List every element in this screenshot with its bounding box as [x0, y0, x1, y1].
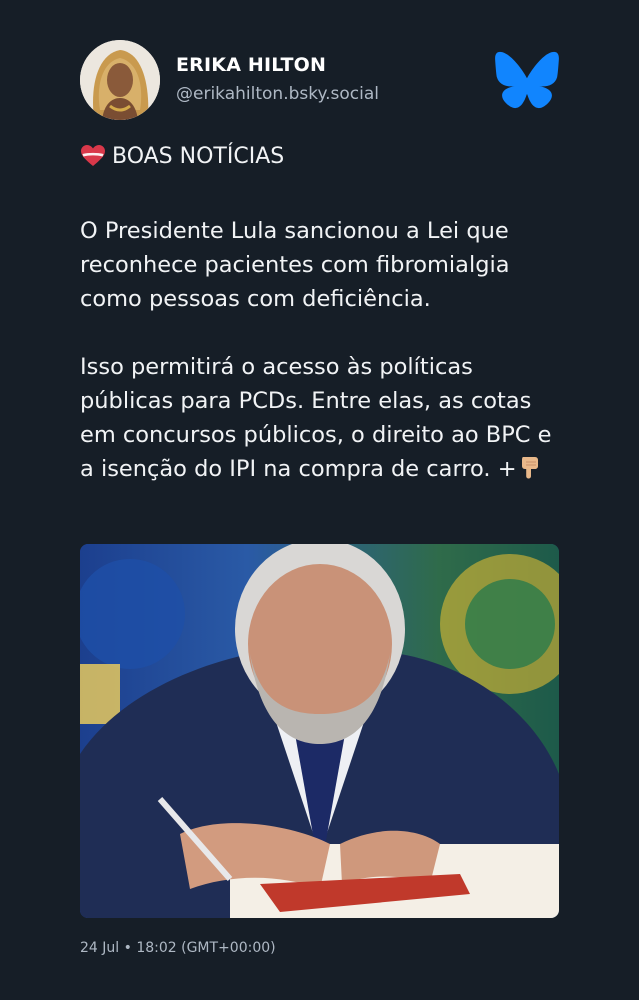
bluesky-butterfly-icon [495, 51, 559, 109]
author-name[interactable]: ERIKA HILTON [176, 54, 326, 76]
pointing-down-hand-icon [521, 457, 538, 479]
avatar[interactable] [80, 40, 160, 120]
post-paragraph-1: O Presidente Lula sancionou a Lei que re… [80, 218, 510, 312]
heart-icon [81, 145, 105, 166]
post-paragraph-2-text: Isso permitirá o acesso às políticas púb… [80, 354, 552, 482]
post-timestamp[interactable]: 24 Jul • 18:02 (GMT+00:00) [80, 940, 276, 956]
post-heading: BOAS NOTÍCIAS [80, 143, 284, 169]
author-handle[interactable]: @erikahilton.bsky.social [176, 84, 379, 104]
post-heading-text: BOAS NOTÍCIAS [112, 143, 285, 169]
post-image[interactable] [80, 544, 559, 918]
post-paragraph-2: Isso permitirá o acesso às políticas púb… [80, 350, 570, 486]
